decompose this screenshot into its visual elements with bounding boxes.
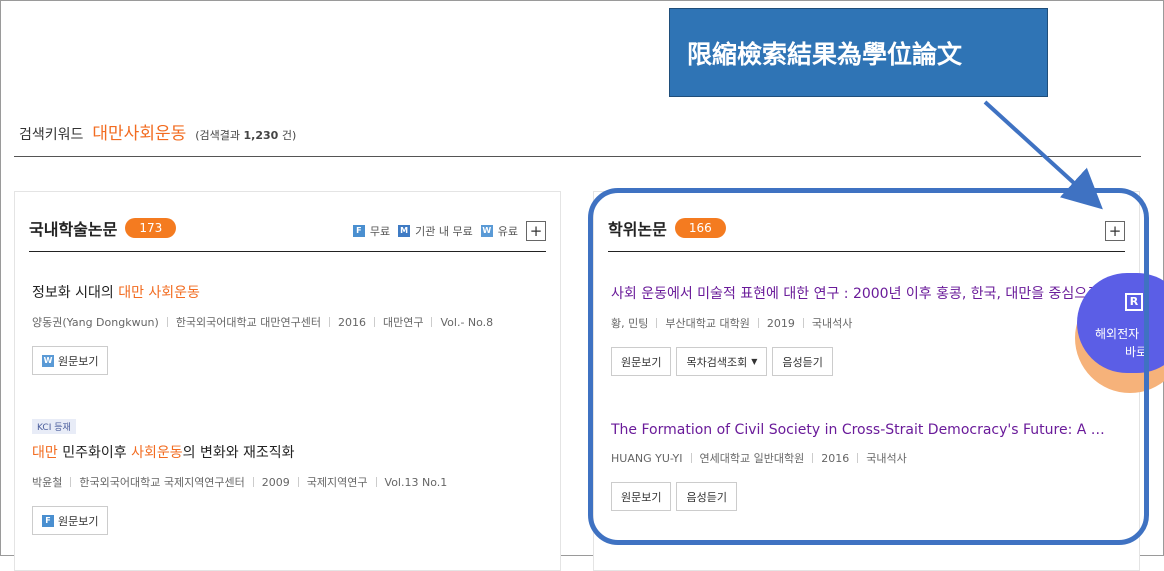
annotation-callout: 限縮檢索結果為學位論文 xyxy=(669,8,1048,97)
dropdown-arrow-icon: ▼ xyxy=(751,357,758,366)
institution-icon: M xyxy=(398,225,411,237)
list-item: 정보화 시대의 대만 사회운동 양동권(Yang Dongkwun) 한국외국어… xyxy=(32,282,546,375)
item-meta: 박윤철 한국외국어대학교 국제지역연구센터 2009 국제지역연구 Vol.13… xyxy=(32,475,448,490)
paid-icon: W xyxy=(42,354,54,367)
item-title-link[interactable]: The Formation of Civil Society in Cross-… xyxy=(611,422,1111,438)
kci-badge: KCI 등재 xyxy=(32,419,76,434)
legend-institution-free: M 기관 내 무료 xyxy=(398,223,473,239)
search-keyword-row: 검색키워드 대만사회운동 (검색결과 1,230 건) xyxy=(19,119,296,144)
banner-label: 바로 xyxy=(1125,345,1148,359)
panel-header: 국내학술논문 173 xyxy=(29,216,177,240)
result-count: (검색결과 1,230 건) xyxy=(195,129,297,142)
legend-paid: W 유료 xyxy=(480,225,518,238)
view-fulltext-button[interactable]: F 원문보기 xyxy=(32,506,109,535)
more-plus-button[interactable]: + xyxy=(526,221,546,241)
divider xyxy=(14,156,1141,157)
view-fulltext-button[interactable]: W 원문보기 xyxy=(32,346,109,375)
header-underline xyxy=(29,251,546,252)
domestic-papers-panel: 국내학술논문 173 F 무료 M 기관 내 무료 W 유료 + 정보화 시대의 대만… xyxy=(14,191,561,571)
legend-free: F 무료 xyxy=(352,223,390,239)
list-item: 사회 운동에서 미술적 표현에 대한 연구 : 2000년 이후 홍콩, 한국,… xyxy=(611,283,1125,376)
access-legend: F 무료 M 기관 내 무료 W 유료 + xyxy=(352,221,546,241)
item-title-link[interactable]: 정보화 시대의 대만 사회운동 xyxy=(32,282,546,302)
overseas-ejournal-banner[interactable]: R 해외전자 바로 xyxy=(1075,273,1164,393)
riss-icon: R xyxy=(1125,293,1143,311)
item-meta: 황, 민팅 부산대학교 대학원 2019 국내석사 xyxy=(611,316,853,331)
view-fulltext-button[interactable]: 원문보기 xyxy=(611,347,672,376)
view-fulltext-button[interactable]: 원문보기 xyxy=(611,482,672,511)
list-item: The Formation of Civil Society in Cross-… xyxy=(611,422,1125,511)
paid-icon: W xyxy=(480,225,493,237)
count-badge: 173 xyxy=(125,218,177,238)
listen-audio-button[interactable]: 음성듣기 xyxy=(676,482,737,511)
listen-audio-button[interactable]: 음성듣기 xyxy=(772,347,833,376)
item-meta: HUANG YU-YI 연세대학교 일반대학원 2016 국내석사 xyxy=(611,451,907,466)
keyword-term: 대만사회운동 xyxy=(92,124,187,144)
toc-search-button[interactable]: 목차검색조회 ▼ xyxy=(676,347,768,376)
list-item: KCI 등재 대만 민주화이후 사회운동의 변화와 재조직화 박윤철 한국외국어… xyxy=(32,415,546,535)
item-meta: 양동권(Yang Dongkwun) 한국외국어대학교 대만연구센터 2016 … xyxy=(32,315,494,330)
item-title-link[interactable]: 대만 민주화이후 사회운동의 변화와 재조직화 xyxy=(32,442,546,462)
thesis-panel: 학위논문 166 + 사회 운동에서 미술적 표현에 대한 연구 : 2000년… xyxy=(593,191,1140,571)
more-plus-button[interactable]: + xyxy=(1105,221,1125,241)
item-title-link[interactable]: 사회 운동에서 미술적 표현에 대한 연구 : 2000년 이후 홍콩, 한국,… xyxy=(611,283,1125,303)
banner-label: 해외전자 xyxy=(1095,327,1140,341)
free-icon: F xyxy=(42,514,54,527)
header-underline xyxy=(608,251,1125,252)
count-badge: 166 xyxy=(674,218,726,238)
free-icon: F xyxy=(352,225,365,237)
panel-title: 국내학술논문 xyxy=(29,220,118,239)
panel-header: 학위논문 166 xyxy=(608,216,726,240)
keyword-label: 검색키워드 xyxy=(19,127,84,143)
panel-title: 학위논문 xyxy=(608,220,667,239)
